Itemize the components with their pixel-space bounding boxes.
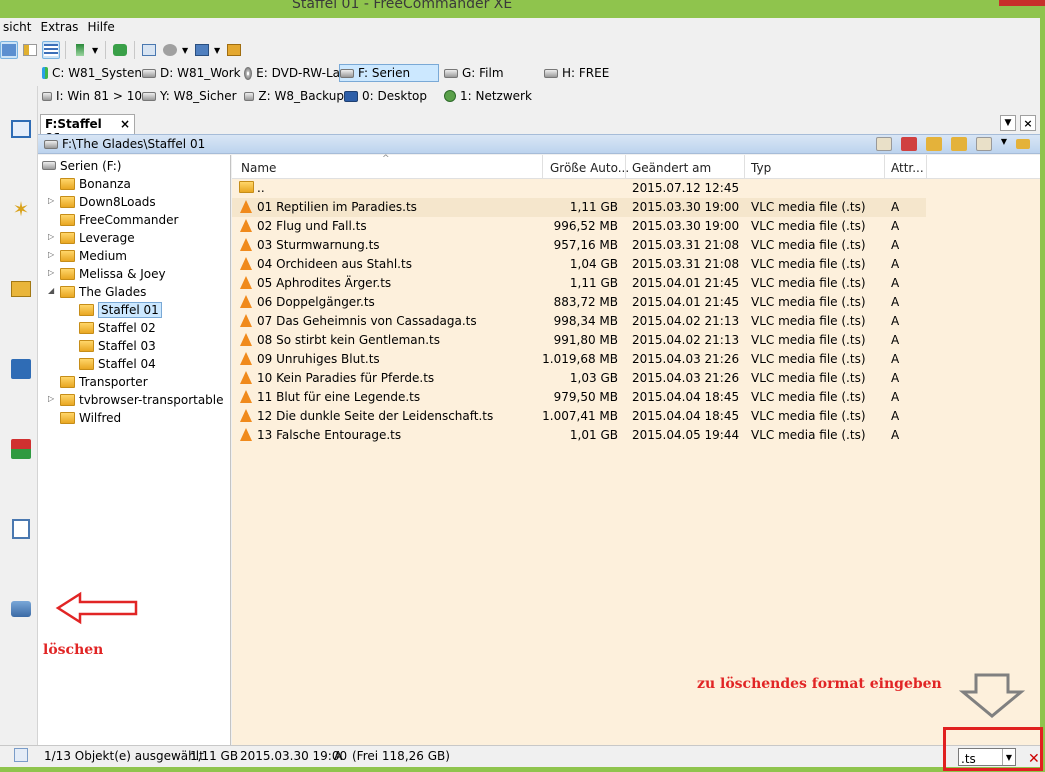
annotation-layer [55,591,1026,718]
gray-arrow-down [958,673,1026,718]
annotation-format-label: zu löschendes format eingeben [697,676,942,692]
annotation-delete-label: löschen [43,642,104,658]
red-arrow-left [55,591,138,625]
annotation-highlight-box [943,727,1043,771]
